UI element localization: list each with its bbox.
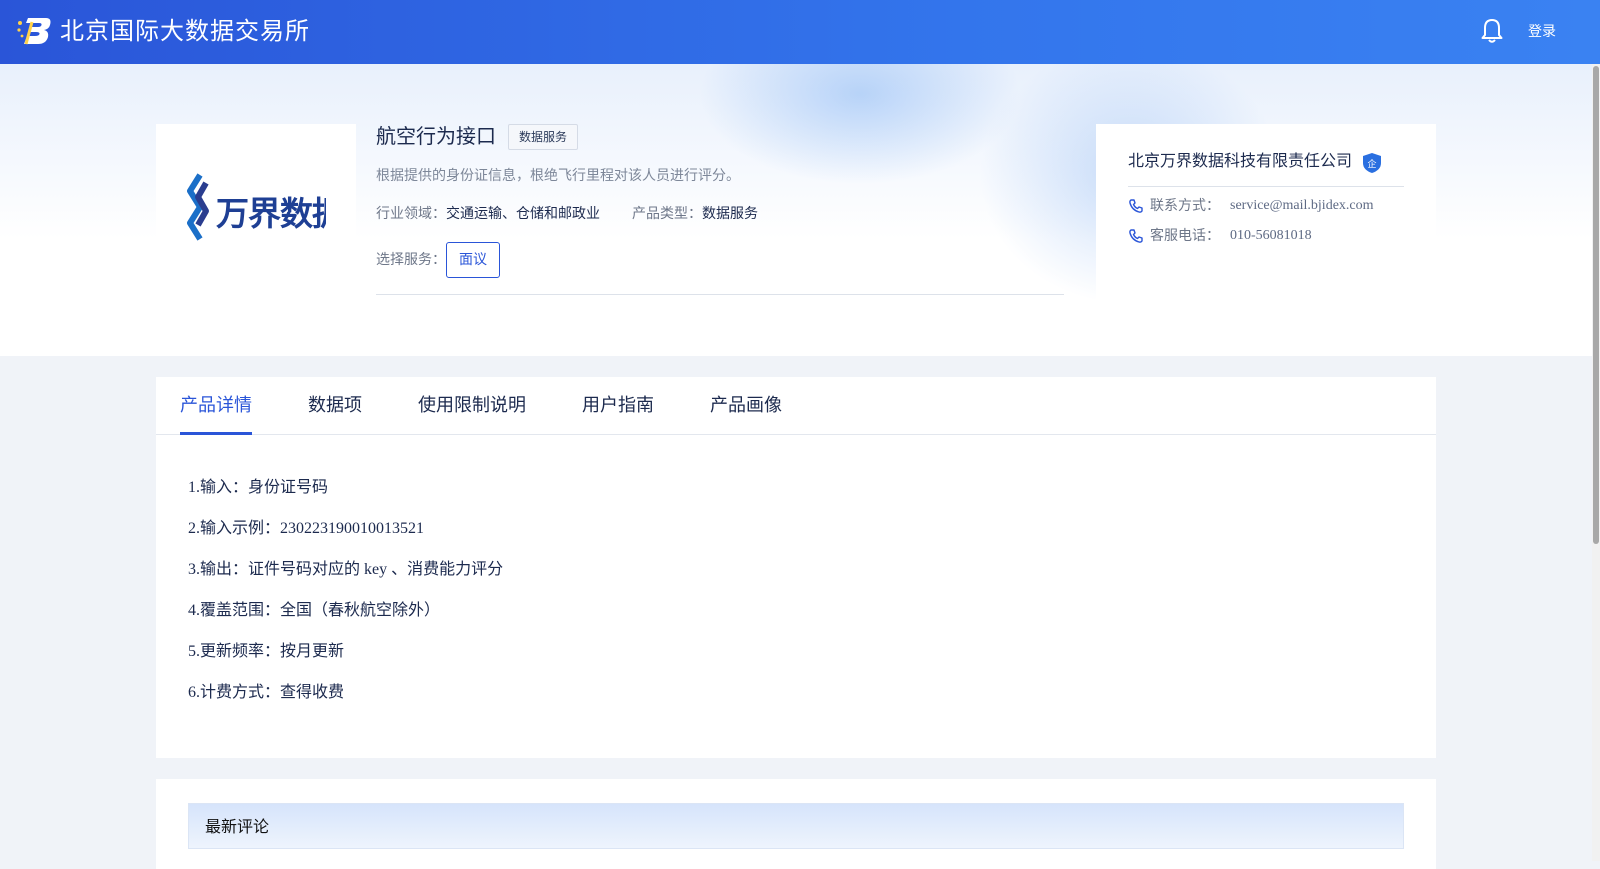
provider-logo-card: 万界数据 (156, 124, 356, 294)
site-title[interactable]: 北京国际大数据交易所 (60, 14, 310, 48)
tab-user-guide[interactable]: 用户指南 (582, 391, 654, 421)
comments-header: 最新评论 (188, 803, 1404, 849)
phone-icon (1129, 199, 1143, 213)
hero-divider (376, 294, 1064, 295)
detail-line-billing: 6.计费方式：查得收费 (188, 684, 345, 701)
service-option-negotiable-button[interactable]: 面议 (446, 242, 500, 278)
product-type-info: 产品类型：数据服务 (632, 204, 758, 224)
tab-product-details[interactable]: 产品详情 (180, 391, 252, 421)
detail-line-update-frequency: 5.更新频率：按月更新 (188, 643, 345, 660)
detail-line-coverage: 4.覆盖范围：全国（春秋航空除外） (188, 602, 441, 619)
detail-line-output: 3.输出：证件号码对应的 key 、消费能力评分 (188, 561, 504, 578)
detail-line-input-example: 2.输入示例：230223190010013521 (188, 520, 425, 537)
tab-data-items[interactable]: 数据项 (308, 391, 362, 421)
industry-value: 交通运输、仓储和邮政业 (446, 206, 600, 222)
company-card: 北京万界数据科技有限责任公司 企 联系方式： service@mail.bjid… (1096, 124, 1436, 304)
phone-number[interactable]: 010-56081018 (1230, 226, 1312, 246)
company-divider (1128, 186, 1404, 187)
company-name[interactable]: 北京万界数据科技有限责任公司 (1128, 150, 1352, 172)
wanjie-data-logo: 万界数据 (187, 173, 326, 241)
product-title: 航空行为接口 (376, 124, 496, 148)
service-select-label: 选择服务： (376, 252, 446, 268)
industry-label: 行业领域： (376, 206, 446, 222)
enterprise-shield-icon: 企 (1363, 153, 1381, 173)
top-navigation-bar: 北京国际大数据交易所 登录 (0, 0, 1600, 64)
phone-label: 客服电话： (1150, 228, 1220, 244)
contact-email-row: 联系方式： service@mail.bjidex.com (1128, 196, 1374, 216)
active-tab-underline (180, 432, 252, 435)
svg-text:万界数据: 万界数据 (216, 194, 326, 233)
bell-icon[interactable] (1480, 18, 1504, 44)
tab-product-profile[interactable]: 产品画像 (710, 391, 782, 421)
page-scrollbar-thumb[interactable] (1593, 66, 1599, 544)
contact-label: 联系方式： (1150, 198, 1220, 214)
tab-usage-restrictions[interactable]: 使用限制说明 (418, 391, 526, 421)
phone-icon (1129, 229, 1143, 243)
product-type-value: 数据服务 (702, 206, 758, 222)
contact-phone-row: 客服电话： 010-56081018 (1128, 226, 1312, 246)
enterprise-badge-text: 企 (1367, 158, 1376, 170)
detail-line-input: 1.输入：身份证号码 (188, 479, 329, 496)
login-link[interactable]: 登录 (1528, 22, 1556, 42)
detail-tabs: 产品详情 数据项 使用限制说明 用户指南 产品画像 (156, 377, 1436, 435)
product-detail-panel: 产品详情 数据项 使用限制说明 用户指南 产品画像 1.输入：身份证号码 2.输… (156, 377, 1436, 758)
comments-title: 最新评论 (205, 817, 270, 836)
product-type-tag: 数据服务 (508, 124, 579, 150)
comments-panel: 最新评论 (156, 779, 1436, 869)
industry-info: 行业领域：交通运输、仓储和邮政业 (376, 204, 600, 224)
product-description: 根据提供的身份证信息，根绝飞行里程对该人员进行评分。 (376, 168, 740, 184)
contact-email[interactable]: service@mail.bjidex.com (1230, 196, 1374, 216)
product-type-label: 产品类型： (632, 206, 702, 222)
bjidex-logo-icon[interactable] (16, 14, 52, 48)
